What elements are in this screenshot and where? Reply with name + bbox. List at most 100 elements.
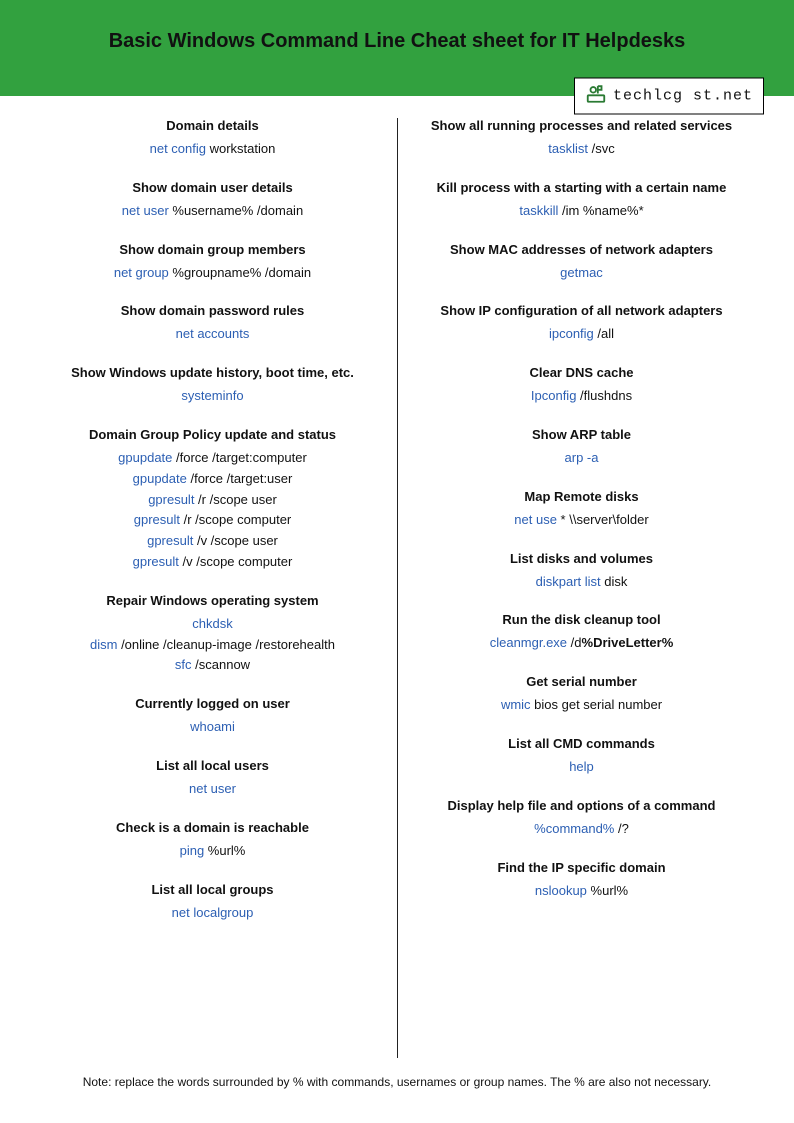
command-arg: %groupname% /domain xyxy=(169,265,311,280)
entry-title: Show IP configuration of all network ada… xyxy=(430,303,734,318)
command-arg: /v /scope computer xyxy=(179,554,292,569)
command-keyword: net use xyxy=(514,512,557,527)
command-keyword: gpresult xyxy=(133,554,179,569)
entry-title: Domain Group Policy update and status xyxy=(61,427,365,442)
cheat-entry: Show IP configuration of all network ada… xyxy=(430,303,734,345)
header-banner: Basic Windows Command Line Cheat sheet f… xyxy=(0,0,794,96)
command-arg: disk xyxy=(601,574,628,589)
command-line: diskpart list disk xyxy=(430,572,734,593)
footnote: Note: replace the words surrounded by % … xyxy=(0,1075,794,1089)
entry-title: List all local users xyxy=(61,758,365,773)
cheat-entry: Currently logged on userwhoami xyxy=(61,696,365,738)
cheat-entry: Run the disk cleanup toolcleanmgr.exe /d… xyxy=(430,612,734,654)
cheat-entry: Show domain user detailsnet user %userna… xyxy=(61,180,365,222)
command-line: net accounts xyxy=(61,324,365,345)
right-column: Show all running processes and related s… xyxy=(412,118,752,1058)
command-line: %command% /? xyxy=(430,819,734,840)
command-line: ping %url% xyxy=(61,841,365,862)
command-line: net user xyxy=(61,779,365,800)
command-keyword: ipconfig xyxy=(549,326,594,341)
entry-title: Run the disk cleanup tool xyxy=(430,612,734,627)
entry-title: Check is a domain is reachable xyxy=(61,820,365,835)
command-arg: /v /scope user xyxy=(193,533,278,548)
command-line: dism /online /cleanup-image /restoreheal… xyxy=(61,635,365,656)
entry-title: Show domain group members xyxy=(61,242,365,257)
command-keyword: net accounts xyxy=(176,326,250,341)
command-arg: bios get serial number xyxy=(531,697,663,712)
cheat-entry: List all local groupsnet localgroup xyxy=(61,882,365,924)
command-line: gpresult /r /scope computer xyxy=(61,510,365,531)
logo-text: techlcg st.net xyxy=(613,88,753,105)
entry-title: Display help file and options of a comma… xyxy=(430,798,734,813)
command-arg: /all xyxy=(594,326,614,341)
command-arg: /r /scope user xyxy=(194,492,276,507)
entry-title: Kill process with a starting with a cert… xyxy=(430,180,734,195)
command-line: arp -a xyxy=(430,448,734,469)
command-line: chkdsk xyxy=(61,614,365,635)
command-keyword: gpupdate xyxy=(133,471,187,486)
command-line: gpresult /v /scope computer xyxy=(61,552,365,573)
left-column: Domain details net config workstation Show… xyxy=(43,118,383,1058)
cheat-entry: List all local users net user xyxy=(61,758,365,800)
command-keyword: wmic xyxy=(501,697,531,712)
content-area: Domain details net config workstation Show… xyxy=(0,96,794,1058)
cheat-entry: Kill process with a starting with a cert… xyxy=(430,180,734,222)
command-line: whoami xyxy=(61,717,365,738)
cheat-entry: Domain details net config workstation xyxy=(61,118,365,160)
entry-title: Find the IP specific domain xyxy=(430,860,734,875)
cheat-entry: Find the IP specific domain nslookup %url… xyxy=(430,860,734,902)
command-keyword: net user xyxy=(189,781,236,796)
command-line: systeminfo xyxy=(61,386,365,407)
cheat-entry: Show ARP table arp -a xyxy=(430,427,734,469)
command-keyword: whoami xyxy=(190,719,235,734)
command-arg: /svc xyxy=(588,141,615,156)
command-line: nslookup %url% xyxy=(430,881,734,902)
command-arg: %url% xyxy=(587,883,628,898)
command-line: gpupdate /force /target:user xyxy=(61,469,365,490)
command-line: net config workstation xyxy=(61,139,365,160)
command-line: getmac xyxy=(430,263,734,284)
column-divider xyxy=(397,118,398,1058)
command-keyword: cleanmgr.exe xyxy=(490,635,567,650)
logo-icon xyxy=(585,83,607,110)
command-keyword: gpresult xyxy=(134,512,180,527)
command-arg: /im %name%* xyxy=(558,203,643,218)
command-line: net use * \\server\folder xyxy=(430,510,734,531)
command-keyword: %command% xyxy=(534,821,614,836)
command-line: Ipconfig /flushdns xyxy=(430,386,734,407)
command-arg: %DriveLetter% xyxy=(582,635,674,650)
entry-title: Show Windows update history, boot time, … xyxy=(61,365,365,380)
command-keyword: sfc xyxy=(175,657,192,672)
command-arg: * \\server\folder xyxy=(557,512,649,527)
command-line: gpresult /r /scope user xyxy=(61,490,365,511)
command-line: taskkill /im %name%* xyxy=(430,201,734,222)
entry-title: Show ARP table xyxy=(430,427,734,442)
cheat-entry: Check is a domain is reachable ping %url% xyxy=(61,820,365,862)
command-keyword: net group xyxy=(114,265,169,280)
command-line: wmic bios get serial number xyxy=(430,695,734,716)
cheat-entry: Show Windows update history, boot time, … xyxy=(61,365,365,407)
command-arg: /scannow xyxy=(192,657,251,672)
entry-title: Domain details xyxy=(61,118,365,133)
cheat-entry: List all CMD commands help xyxy=(430,736,734,778)
command-line: tasklist /svc xyxy=(430,139,734,160)
entry-title: List all CMD commands xyxy=(430,736,734,751)
command-arg: /? xyxy=(614,821,628,836)
command-keyword: tasklist xyxy=(548,141,588,156)
cheat-entry: Repair Windows operating systemchkdskdis… xyxy=(61,593,365,676)
cheat-entry: List disks and volumes diskpart list disk xyxy=(430,551,734,593)
cheat-entry: Domain Group Policy update and status gpu… xyxy=(61,427,365,573)
entry-title: Show all running processes and related s… xyxy=(430,118,734,133)
cheat-entry: Show domain password rulesnet accounts xyxy=(61,303,365,345)
command-keyword: gpresult xyxy=(148,492,194,507)
command-line: ipconfig /all xyxy=(430,324,734,345)
command-line: gpupdate /force /target:computer xyxy=(61,448,365,469)
command-line: help xyxy=(430,757,734,778)
entry-title: Map Remote disks xyxy=(430,489,734,504)
command-arg: %username% /domain xyxy=(169,203,303,218)
entry-title: Show domain user details xyxy=(61,180,365,195)
command-arg: workstation xyxy=(206,141,275,156)
command-arg: /r /scope computer xyxy=(180,512,291,527)
command-arg: /online /cleanup-image /restorehealth xyxy=(117,637,335,652)
entry-title: List disks and volumes xyxy=(430,551,734,566)
